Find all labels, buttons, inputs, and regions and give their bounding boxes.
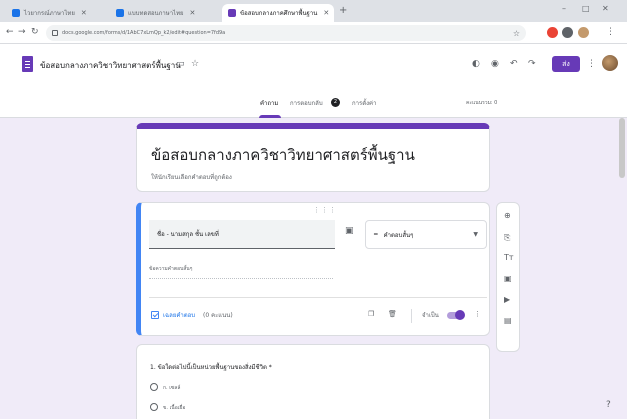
back-icon[interactable]: ← xyxy=(6,27,14,37)
forward-icon[interactable]: → xyxy=(18,27,26,37)
total-points: คะแนนรวม: 0 xyxy=(466,100,498,106)
avatar[interactable] xyxy=(602,55,618,71)
scrollbar[interactable] xyxy=(619,118,625,178)
import-questions-icon[interactable]: ⎘ xyxy=(504,233,510,243)
google-forms-logo-icon[interactable] xyxy=(22,56,33,72)
more-vert-icon[interactable]: ⋮ xyxy=(587,59,596,69)
option-label: ข. เนื้อเยื่อ xyxy=(163,405,186,411)
url-text: docs.google.com/forms/d/1AbC7xLmQp_k2/ed… xyxy=(62,30,226,36)
radio-option[interactable] xyxy=(150,403,158,411)
question-card[interactable]: 1. ข้อใดต่อไปนี้เป็นหน่วยพื้นฐานของสิ่งม… xyxy=(136,344,490,419)
maximize-button[interactable]: □ xyxy=(582,4,590,13)
tab-label: ข้อสอบกลางภาคศึกษาพื้นฐาน xyxy=(240,10,318,17)
form-tabs: คำถาม การตอบกลับ 2 การตั้งค่า คะแนนรวม: … xyxy=(0,92,627,118)
more-vert-icon[interactable]: ⋮ xyxy=(474,310,481,318)
star-icon[interactable]: ☆ xyxy=(191,59,199,69)
tab-questions[interactable]: คำถาม xyxy=(260,98,278,108)
help-icon[interactable]: ? xyxy=(606,400,611,410)
question-card-active[interactable]: ⋮⋮⋮ ชื่อ - นามสกุล ชั้น เลขที่ ▣ ═ คำตอบ… xyxy=(136,202,490,336)
browser-tab-1[interactable]: ไวยากรณ์ภาษาไทย ✕ xyxy=(6,4,106,22)
tab-label: ไวยากรณ์ภาษาไทย xyxy=(24,10,75,17)
divider xyxy=(411,309,412,323)
browser-tab-2[interactable]: แบบทดสอบภาษาไทย ✕ xyxy=(110,4,216,22)
points-label: (0 คะแนน) xyxy=(203,312,233,319)
browser-menu-icon[interactable]: ⋮ xyxy=(606,27,615,37)
undo-icon[interactable]: ↶ xyxy=(510,59,518,69)
question-type-label: คำตอบสั้นๆ xyxy=(383,231,414,239)
new-tab-button[interactable]: + xyxy=(339,6,347,16)
tab-favicon-icon xyxy=(116,9,124,17)
tab-label: แบบทดสอบภาษาไทย xyxy=(128,10,184,17)
title-card[interactable]: ข้อสอบกลางภาควิชาวิทยาศาสตร์พื้นฐาน ให้น… xyxy=(136,123,490,192)
tab-favicon-icon xyxy=(12,9,20,17)
form-canvas: ข้อสอบกลางภาควิชาวิทยาศาสตร์พื้นฐาน ให้น… xyxy=(0,118,627,419)
tab-responses[interactable]: การตอบกลับ xyxy=(290,98,323,108)
folder-icon[interactable]: ▭ xyxy=(176,59,185,69)
duplicate-icon[interactable]: ❐ xyxy=(368,310,374,318)
minimize-button[interactable]: – xyxy=(562,4,566,13)
option-label: ก. เซลล์ xyxy=(163,385,181,391)
profile-icon[interactable] xyxy=(578,27,589,38)
delete-icon[interactable]: 🗑 xyxy=(388,310,397,318)
radio-option[interactable] xyxy=(150,383,158,391)
omnibox[interactable]: docs.google.com/forms/d/1AbC7xLmQp_k2/ed… xyxy=(46,25,526,41)
short-answer-placeholder: ข้อความคำตอบสั้นๆ xyxy=(149,265,333,279)
close-icon[interactable]: ✕ xyxy=(81,9,87,17)
forms-favicon-icon xyxy=(228,9,236,17)
short-answer-icon: ═ xyxy=(374,231,378,238)
form-description[interactable]: ให้นักเรียนเลือกคำตอบที่ถูกต้อง xyxy=(151,172,232,182)
required-label: จำเป็น xyxy=(422,312,439,319)
tab-settings[interactable]: การตั้งค่า xyxy=(352,98,376,108)
responses-count-badge: 2 xyxy=(331,98,340,107)
question-type-select[interactable]: ═ คำตอบสั้นๆ ▼ xyxy=(365,220,487,249)
form-title[interactable]: ข้อสอบกลางภาควิชาวิทยาศาสตร์พื้นฐาน xyxy=(151,143,415,167)
add-title-icon[interactable]: Tт xyxy=(504,253,514,263)
send-button[interactable]: ส่ง xyxy=(552,56,580,72)
drag-handle-icon[interactable]: ⋮⋮⋮ xyxy=(313,206,337,214)
question-footer: เฉลยคำตอบ (0 คะแนน) ❐ 🗑 จำเป็น ⋮ xyxy=(141,303,490,329)
divider xyxy=(149,297,487,298)
reload-icon[interactable]: ↻ xyxy=(31,27,39,37)
browser-tabstrip: ไวยากรณ์ภาษาไทย ✕ แบบทดสอบภาษาไทย ✕ ข้อส… xyxy=(0,0,627,22)
lock-icon xyxy=(52,30,58,36)
floating-toolbar: ⊕ ⎘ Tт ▣ ▶ ▤ xyxy=(496,202,520,352)
chevron-down-icon: ▼ xyxy=(473,231,478,238)
answer-key-icon[interactable] xyxy=(151,311,159,319)
required-toggle[interactable] xyxy=(447,310,465,320)
address-bar: ← → ↻ docs.google.com/forms/d/1AbC7xLmQp… xyxy=(0,22,627,44)
palette-icon[interactable]: ◐ xyxy=(472,59,480,69)
redo-icon[interactable]: ↷ xyxy=(528,59,536,69)
question-text: 1. ข้อใดต่อไปนี้เป็นหน่วยพื้นฐานของสิ่งม… xyxy=(150,364,272,371)
add-section-icon[interactable]: ▤ xyxy=(504,316,512,326)
window-close-button[interactable]: ✕ xyxy=(602,4,609,13)
add-video-icon[interactable]: ▶ xyxy=(504,295,510,305)
add-image-icon[interactable]: ▣ xyxy=(345,226,354,236)
question-title-input[interactable]: ชื่อ - นามสกุล ชั้น เลขที่ xyxy=(149,220,335,249)
eye-icon[interactable]: ◉ xyxy=(491,59,499,69)
answer-key-link[interactable]: เฉลยคำตอบ xyxy=(163,310,195,320)
forms-header: ข้อสอบกลางภาควิชาวิทยาศาสตร์พื้นฐาน ▭ ☆ … xyxy=(0,44,627,118)
browser-tab-active[interactable]: ข้อสอบกลางภาคศึกษาพื้นฐาน ✕ xyxy=(222,4,334,22)
document-title[interactable]: ข้อสอบกลางภาควิชาวิทยาศาสตร์พื้นฐาน xyxy=(40,59,181,72)
extension-icon[interactable] xyxy=(547,27,558,38)
add-question-icon[interactable]: ⊕ xyxy=(504,211,511,221)
bookmark-star-icon[interactable]: ☆ xyxy=(513,29,520,38)
add-image-icon[interactable]: ▣ xyxy=(504,274,512,284)
close-icon[interactable]: ✕ xyxy=(190,9,196,17)
puzzle-icon[interactable] xyxy=(562,27,573,38)
close-icon[interactable]: ✕ xyxy=(323,9,329,17)
